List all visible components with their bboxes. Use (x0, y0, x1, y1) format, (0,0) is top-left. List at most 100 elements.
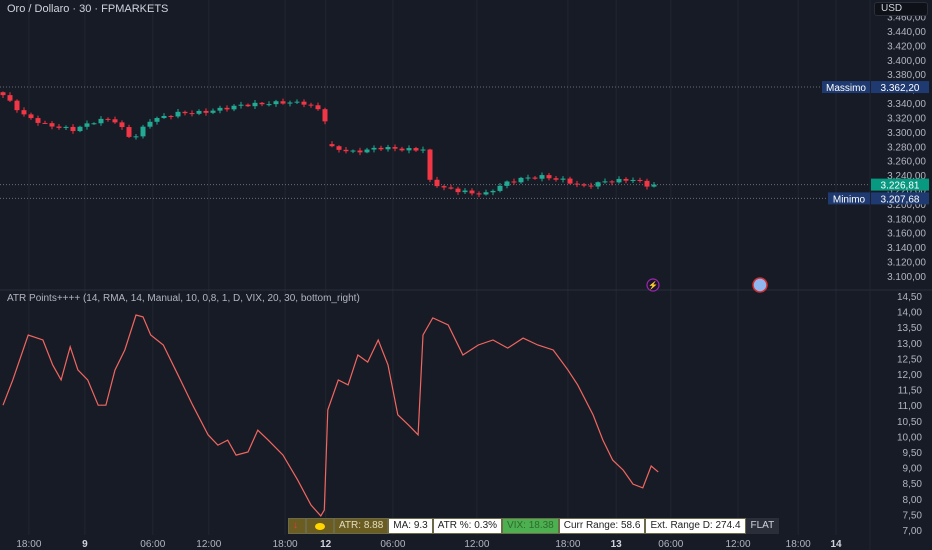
candle-up (385, 147, 391, 150)
candle-down (329, 144, 335, 147)
candle-up (84, 123, 90, 127)
candle-up (490, 190, 496, 193)
candle-up (497, 185, 503, 191)
candle-down (21, 110, 27, 115)
candle-down (343, 149, 349, 152)
time-tick-label: 14 (830, 539, 842, 550)
atr-info-table: ↓ ATR: 8.88 MA: 9.3 ATR %: 0.3% VIX: 18.… (288, 518, 780, 534)
candle-up (602, 181, 608, 183)
candle-down (511, 181, 517, 183)
atr-tick-label: 11,00 (898, 401, 923, 412)
vix-cell: VIX: 18.38 (502, 518, 559, 534)
candle-up (539, 175, 545, 179)
time-tick-label: 06:00 (380, 539, 405, 550)
candle-down (546, 175, 552, 179)
time-tick-label: 18:00 (273, 539, 298, 550)
candle-down (203, 110, 209, 113)
candle-down (469, 190, 475, 194)
candle-down (14, 100, 20, 111)
candle-down (224, 107, 230, 110)
atr-line (2, 314, 659, 517)
atr-tick-label: 7,50 (903, 510, 923, 521)
candle-down (399, 148, 405, 151)
candle-up (196, 110, 202, 114)
time-tick-label: 12 (320, 539, 332, 550)
candle-down (609, 181, 615, 183)
price-tick-label: 3.380,00 (887, 70, 926, 81)
candle-up (371, 147, 377, 150)
candle-down (259, 102, 265, 105)
candle-down (378, 147, 384, 150)
candle-up (406, 148, 412, 151)
lightning-glyph-icon: ⚡ (648, 280, 658, 290)
price-tick-label: 3.400,00 (887, 56, 926, 67)
price-tick-label: 3.160,00 (887, 229, 926, 240)
candle-down (168, 115, 174, 117)
candle-up (161, 115, 167, 119)
candle-down (427, 149, 433, 180)
atr-tick-label: 10,00 (897, 432, 922, 443)
candle-up (560, 178, 566, 180)
currency-button[interactable]: USD (874, 2, 928, 16)
candle-down (280, 101, 286, 104)
price-tick-label: 3.420,00 (887, 41, 926, 52)
candle-up (231, 105, 237, 110)
curr-range-cell: Curr Range: 58.6 (558, 518, 646, 534)
candle-up (504, 181, 510, 186)
candle-down (476, 193, 482, 195)
atr-percent-cell: ATR %: 0.3% (432, 518, 503, 534)
candle-down (553, 178, 559, 180)
candle-down (567, 178, 573, 184)
atr-tick-label: 9,50 (903, 448, 923, 459)
arrow-down-icon: ↓ (288, 518, 306, 534)
atr-tick-label: 14,00 (897, 308, 922, 319)
high-value: 3.362,20 (881, 83, 920, 94)
candle-up (147, 121, 153, 127)
time-tick-label: 18:00 (786, 539, 811, 550)
candle-down (455, 188, 461, 193)
candle-down (70, 126, 76, 132)
symbol-title[interactable]: Oro / Dollaro · 30 · FPMARKETS (7, 3, 168, 15)
candle-down (182, 111, 188, 114)
candle-up (616, 178, 622, 183)
time-tick-label: 12:00 (196, 539, 221, 550)
candle-up (98, 118, 104, 124)
price-tick-label: 3.140,00 (887, 243, 926, 254)
candle-up (595, 182, 601, 187)
yellow-dot-icon (306, 518, 334, 534)
candle-down (413, 148, 419, 151)
candle-down (322, 109, 328, 122)
candle-down (315, 105, 321, 110)
candle-down (574, 183, 580, 185)
atr-tick-label: 13,50 (897, 323, 922, 334)
price-tick-label: 3.180,00 (887, 214, 926, 225)
atr-tick-label: 11,50 (898, 386, 923, 397)
candle-up (252, 102, 258, 107)
candle-down (42, 122, 48, 124)
candle-down (532, 177, 538, 179)
atr-tick-label: 13,00 (897, 339, 922, 350)
candle-up (525, 177, 531, 179)
low-value: 3.207,68 (881, 194, 920, 205)
time-tick-label: 06:00 (658, 539, 683, 550)
last-price-value: 3.226,81 (881, 181, 920, 192)
candle-up (210, 110, 216, 113)
candle-up (133, 136, 139, 138)
atr-tick-label: 14,50 (897, 292, 922, 303)
price-tick-label: 3.100,00 (887, 272, 926, 283)
candle-up (175, 111, 181, 117)
candle-up (63, 126, 69, 128)
chart-canvas[interactable]: 3.460,003.440,003.420,003.400,003.380,00… (0, 0, 932, 550)
candle-down (7, 95, 13, 101)
atr-tick-label: 8,00 (903, 495, 923, 506)
high-label: Massimo (826, 83, 866, 94)
candle-down (56, 126, 62, 128)
indicator-legend[interactable]: ATR Points++++ (14, RMA, 14, Manual, 10,… (7, 293, 360, 304)
candle-up (518, 177, 524, 183)
atr-tick-label: 8,50 (903, 479, 923, 490)
candle-down (119, 122, 125, 128)
candle-down (434, 179, 440, 187)
price-tick-label: 3.280,00 (887, 142, 926, 153)
candle-up (651, 184, 657, 187)
price-tick-label: 3.300,00 (887, 128, 926, 139)
